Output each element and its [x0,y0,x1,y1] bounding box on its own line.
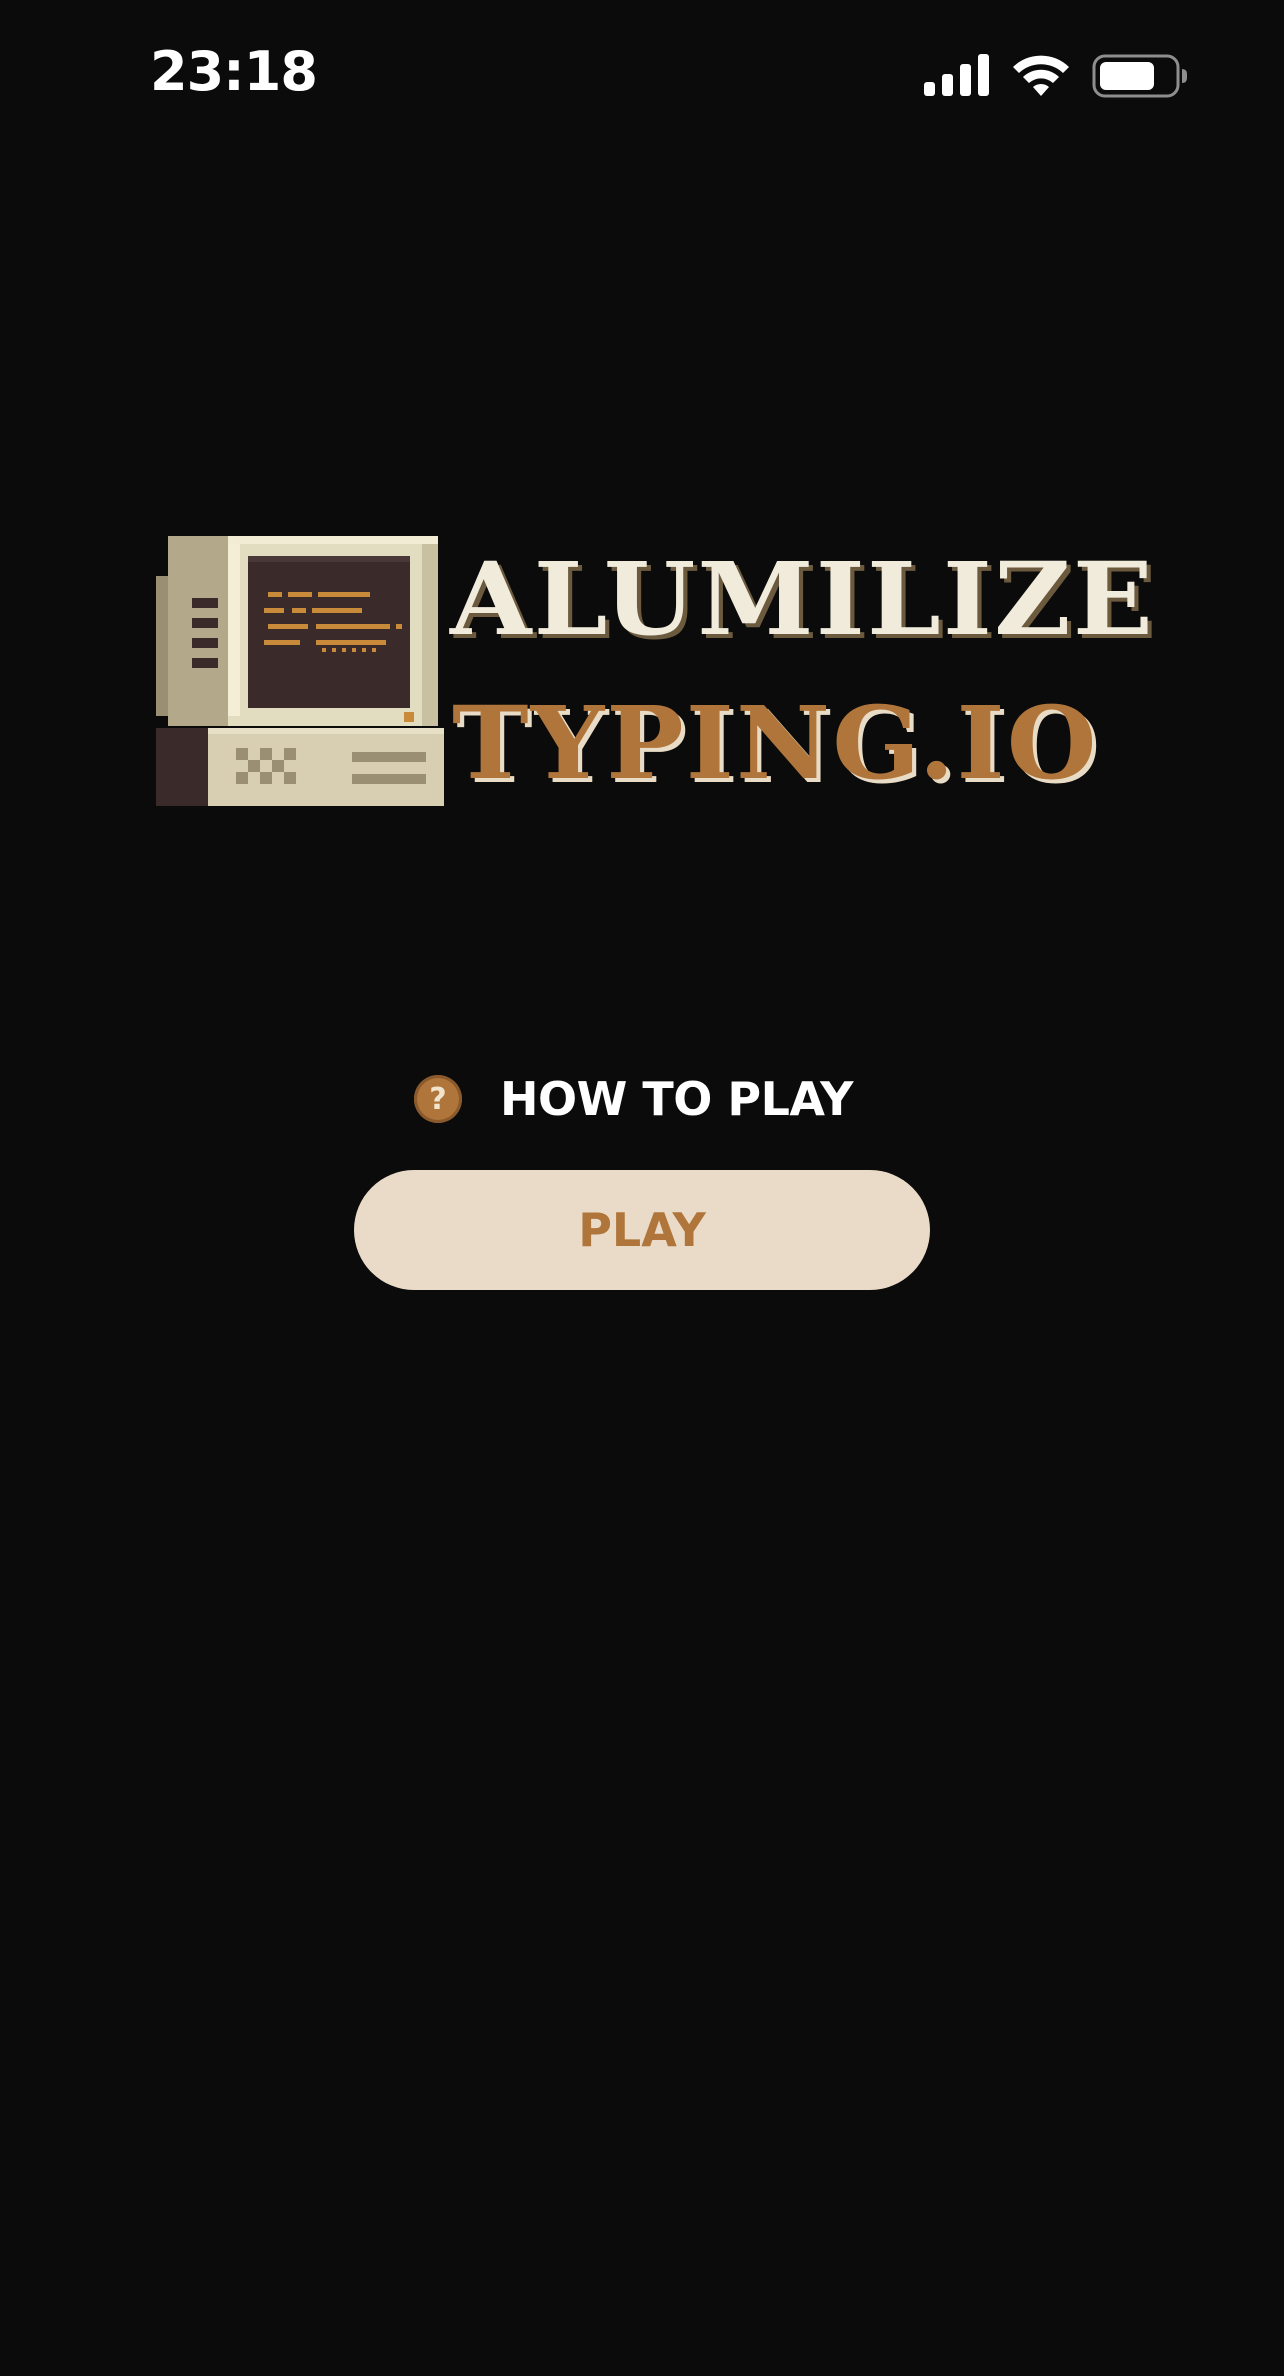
logo-title-line-2: TYPING.IO [452,684,1099,802]
logo-title-line-1: ALUMILIZE [450,540,1155,658]
app-logo: ALUMILIZE TYPING.IO [150,528,1153,828]
battery-icon [1092,54,1187,98]
status-bar: 23:18 [0,0,1284,150]
cellular-signal-icon [924,54,989,96]
wifi-icon [1013,55,1069,96]
how-to-play-link[interactable]: ? HOW TO PLAY [414,1066,853,1132]
retro-computer-icon [156,536,444,806]
play-button[interactable]: PLAY [354,1170,930,1290]
question-mark-icon: ? [414,1075,462,1123]
status-time: 23:18 [150,40,318,103]
how-to-play-label: HOW TO PLAY [500,1072,853,1126]
